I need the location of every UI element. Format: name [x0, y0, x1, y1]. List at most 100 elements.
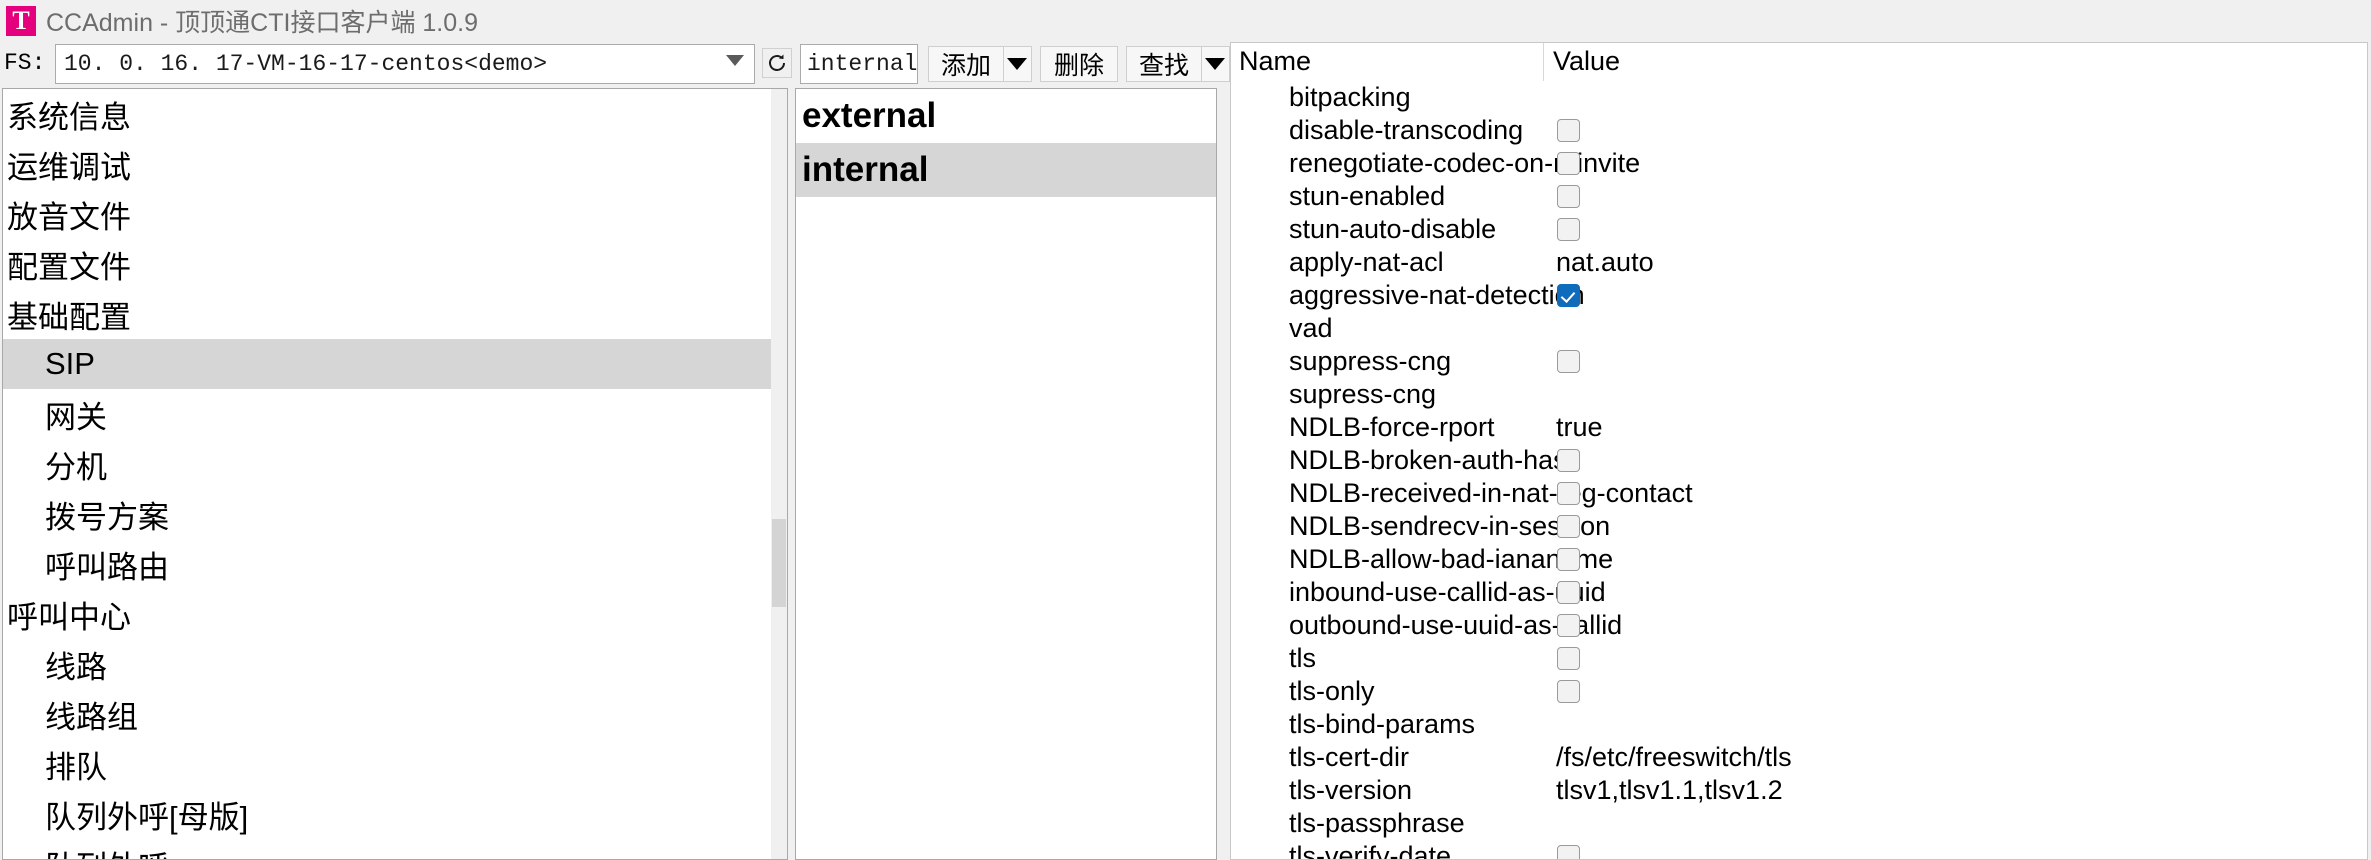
property-grid-header: Name Value — [1231, 43, 2367, 81]
profile-list-item[interactable]: external — [796, 89, 1216, 143]
property-row[interactable]: NDLB-force-rport true — [1231, 411, 2367, 444]
property-row[interactable]: NDLB-received-in-nat-reg-contact — [1231, 477, 2367, 510]
tree-item[interactable]: 排队 — [3, 739, 787, 789]
property-row[interactable]: vad — [1231, 312, 2367, 345]
property-row[interactable]: aggressive-nat-detection — [1231, 279, 2367, 312]
property-checkbox[interactable] — [1557, 581, 1580, 604]
property-checkbox[interactable] — [1557, 152, 1580, 175]
property-grid[interactable]: Name Value bitpacking disable-transcoding… — [1230, 42, 2368, 860]
property-checkbox[interactable] — [1557, 449, 1580, 472]
tree-item[interactable]: 队列外呼 — [3, 839, 787, 860]
property-checkbox[interactable] — [1557, 548, 1580, 571]
property-row[interactable]: tls-passphrase — [1231, 807, 2367, 840]
property-value[interactable]: true — [1556, 412, 1603, 443]
property-row[interactable]: inbound-use-callid-as-uuid — [1231, 576, 2367, 609]
property-row[interactable]: NDLB-sendrecv-in-session — [1231, 510, 2367, 543]
refresh-icon — [769, 54, 785, 71]
property-checkbox[interactable] — [1557, 515, 1580, 538]
tree-item-label: 队列外呼[母版] — [45, 799, 249, 835]
property-checkbox[interactable] — [1557, 845, 1580, 859]
property-name: NDLB-force-rport — [1289, 412, 1495, 442]
tree-item[interactable]: 呼叫中心 — [3, 589, 787, 639]
property-row[interactable]: renegotiate-codec-on-reinvite — [1231, 147, 2367, 180]
tree-item[interactable]: 放音文件 — [3, 189, 787, 239]
profile-name-value: internal — [807, 51, 918, 77]
tree-scrollbar-thumb[interactable] — [772, 519, 786, 607]
property-checkbox[interactable] — [1557, 284, 1580, 307]
tree-item[interactable]: 线路 — [3, 639, 787, 689]
chevron-down-icon[interactable] — [726, 55, 744, 66]
property-checkbox[interactable] — [1557, 680, 1580, 703]
tree-item-label: 排队 — [45, 749, 107, 785]
column-header-name[interactable]: Name — [1239, 46, 1311, 77]
profile-list-item[interactable]: internal — [796, 143, 1216, 197]
property-value[interactable]: tlsv1,tlsv1.1,tlsv1.2 — [1556, 775, 1783, 806]
property-row[interactable]: NDLB-broken-auth-hash — [1231, 444, 2367, 477]
property-row[interactable]: stun-enabled — [1231, 180, 2367, 213]
profile-list[interactable]: external internal — [795, 88, 1217, 860]
tree-item[interactable]: SIP — [3, 339, 787, 389]
app-logo-icon: T — [6, 6, 36, 36]
property-row[interactable]: supress-cng — [1231, 378, 2367, 411]
fs-label: FS: — [4, 50, 46, 76]
tree-item[interactable]: 运维调试 — [3, 139, 787, 189]
tree-item-label: 运维调试 — [7, 149, 131, 185]
property-row[interactable]: suppress-cng — [1231, 345, 2367, 378]
property-name: disable-transcoding — [1289, 115, 1524, 145]
property-checkbox[interactable] — [1557, 119, 1580, 142]
refresh-button[interactable] — [762, 48, 792, 78]
property-name: tls-bind-params — [1289, 709, 1476, 739]
property-row[interactable]: tls — [1231, 642, 2367, 675]
tree-item[interactable]: 线路组 — [3, 689, 787, 739]
tree-item[interactable]: 系统信息 — [3, 89, 787, 139]
profile-name-input[interactable]: internal — [800, 44, 918, 84]
tree-item-label: 基础配置 — [7, 299, 131, 335]
fs-server-select[interactable]: 10. 0. 16. 17-VM-16-17-centos<demo> — [55, 44, 755, 84]
property-checkbox[interactable] — [1557, 185, 1580, 208]
tree-item[interactable]: 基础配置 — [3, 289, 787, 339]
property-name: tls-passphrase — [1289, 808, 1465, 838]
tree-item[interactable]: 配置文件 — [3, 239, 787, 289]
find-button[interactable]: 查找 — [1126, 46, 1230, 82]
tree-scrollbar[interactable] — [771, 89, 787, 859]
tree-item[interactable]: 队列外呼[母版] — [3, 789, 787, 839]
tree-item[interactable]: 呼叫路由 — [3, 539, 787, 589]
property-checkbox[interactable] — [1557, 218, 1580, 241]
property-row[interactable]: tls-version tlsv1,tlsv1.1,tlsv1.2 — [1231, 774, 2367, 807]
property-row[interactable]: tls-verify-date — [1231, 840, 2367, 859]
tree-item[interactable]: 拨号方案 — [3, 489, 787, 539]
tree-item-label: 分机 — [45, 449, 107, 485]
property-row[interactable]: stun-auto-disable — [1231, 213, 2367, 246]
caret-down-icon — [1007, 58, 1028, 70]
property-name: suppress-cng — [1289, 346, 1452, 376]
property-checkbox[interactable] — [1557, 350, 1580, 373]
property-row[interactable]: tls-only — [1231, 675, 2367, 708]
property-row[interactable]: tls-cert-dir/fs/etc/freeswitch/tls — [1231, 741, 2367, 774]
property-checkbox[interactable] — [1557, 647, 1580, 670]
property-row[interactable]: outbound-use-uuid-as-callid — [1231, 609, 2367, 642]
fs-server-value: 10. 0. 16. 17-VM-16-17-centos<demo> — [64, 51, 548, 77]
add-button[interactable]: 添加 — [928, 46, 1032, 82]
add-dropdown-toggle[interactable] — [1004, 58, 1031, 70]
property-name: bitpacking — [1289, 82, 1411, 112]
property-row[interactable]: tls-bind-params — [1231, 708, 2367, 741]
property-value[interactable]: nat.auto — [1556, 247, 1654, 278]
add-button-label: 添加 — [941, 53, 992, 80]
property-row[interactable]: bitpacking — [1231, 81, 2367, 114]
tree-item[interactable]: 网关 — [3, 389, 787, 439]
property-row[interactable]: disable-transcoding — [1231, 114, 2367, 147]
find-dropdown-toggle[interactable] — [1202, 58, 1229, 70]
delete-button[interactable]: 删除 — [1040, 46, 1118, 82]
column-header-value[interactable]: Value — [1553, 46, 1620, 77]
property-value[interactable]: /fs/etc/freeswitch/tls — [1556, 742, 1792, 773]
property-name: apply-nat-acl — [1289, 247, 1444, 277]
tree-item[interactable]: 分机 — [3, 439, 787, 489]
property-checkbox[interactable] — [1557, 482, 1580, 505]
title-bar: T CCAdmin - 顶顶通CTI接口客户端 1.0.9 — [0, 0, 2371, 42]
navigation-tree[interactable]: 系统信息 运维调试 放音文件 配置文件 基础配置 SIP 网关 分机 拨号方案 呼叫路由 呼叫中心线… — [2, 88, 788, 860]
property-row[interactable]: NDLB-allow-bad-iananame — [1231, 543, 2367, 576]
profile-list-rows: external internal — [796, 89, 1216, 197]
property-row[interactable]: apply-nat-acl nat.auto — [1231, 246, 2367, 279]
property-checkbox[interactable] — [1557, 614, 1580, 637]
profile-list-item-label: external — [802, 96, 937, 135]
